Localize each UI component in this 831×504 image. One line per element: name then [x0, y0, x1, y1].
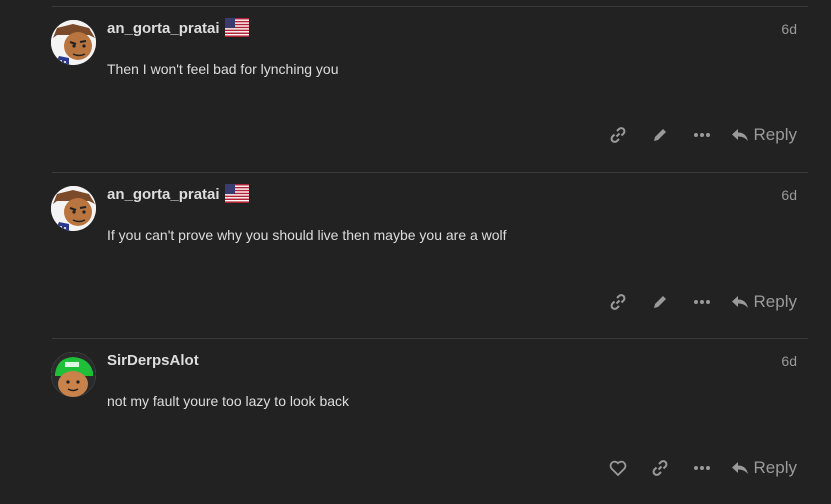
- heart-icon[interactable]: [597, 456, 639, 480]
- post-text: not my fault youre too lazy to look back: [107, 393, 350, 409]
- post-age[interactable]: 6d: [781, 353, 797, 369]
- avatar[interactable]: [51, 20, 96, 65]
- post: SirDerpsAlot 6d not my fault youre too l…: [0, 338, 831, 504]
- us-flag-icon: [225, 184, 249, 203]
- reply-icon: [731, 462, 748, 474]
- reply-label: Reply: [753, 292, 797, 311]
- avatar[interactable]: [51, 186, 96, 231]
- us-flag-icon: [225, 18, 249, 37]
- post-text: If you can't prove why you should live t…: [107, 227, 507, 243]
- reply-label: Reply: [753, 458, 797, 477]
- post-actions: Reply: [597, 456, 797, 480]
- username[interactable]: an_gorta_pratai: [107, 20, 220, 37]
- post-actions: Reply: [597, 123, 797, 147]
- more-icon[interactable]: [681, 123, 723, 147]
- reply-label: Reply: [753, 125, 797, 144]
- edit-icon[interactable]: [639, 123, 681, 147]
- reply-button[interactable]: Reply: [731, 292, 797, 312]
- post: an_gorta_pratai 6d If you can't prove wh…: [0, 172, 831, 338]
- post-divider: [52, 172, 808, 173]
- post-age[interactable]: 6d: [781, 187, 797, 203]
- reply-icon: [731, 296, 748, 308]
- edit-icon[interactable]: [639, 290, 681, 314]
- post-divider: [52, 338, 808, 339]
- more-icon[interactable]: [681, 456, 723, 480]
- link-icon[interactable]: [639, 456, 681, 480]
- link-icon[interactable]: [597, 123, 639, 147]
- reply-button[interactable]: Reply: [731, 458, 797, 478]
- post: an_gorta_pratai 6d Then I won't feel bad…: [0, 6, 831, 172]
- reply-button[interactable]: Reply: [731, 125, 797, 145]
- post-text: Then I won't feel bad for lynching you: [107, 61, 339, 77]
- post-actions: Reply: [597, 290, 797, 314]
- reply-icon: [731, 129, 748, 141]
- post-age[interactable]: 6d: [781, 21, 797, 37]
- link-icon[interactable]: [597, 290, 639, 314]
- username[interactable]: an_gorta_pratai: [107, 186, 220, 203]
- more-icon[interactable]: [681, 290, 723, 314]
- avatar[interactable]: [51, 352, 96, 397]
- username[interactable]: SirDerpsAlot: [107, 352, 199, 369]
